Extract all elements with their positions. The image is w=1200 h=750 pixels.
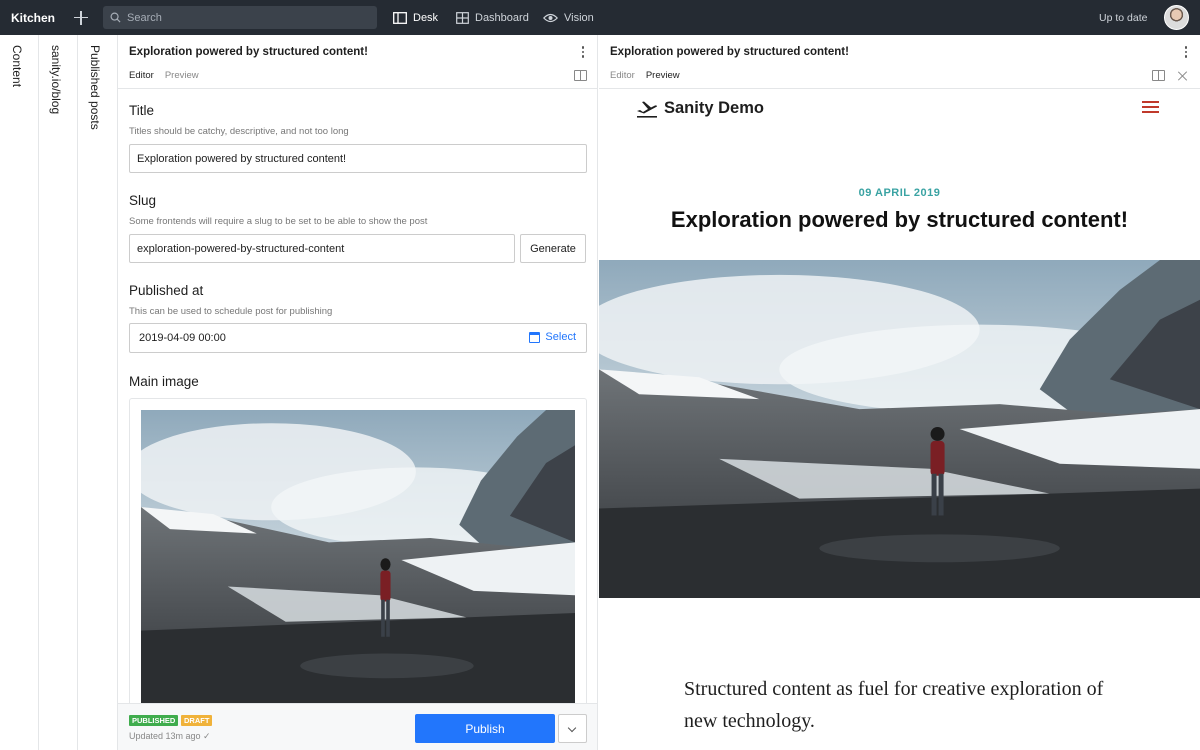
tool-vision[interactable]: Vision	[543, 0, 594, 35]
pane-blog[interactable]: sanity.io/blog	[39, 35, 78, 750]
select-date-label: Select	[545, 331, 576, 343]
document-form: Title Titles should be catchy, descripti…	[118, 89, 597, 703]
published-at-hint: This can be used to schedule post for pu…	[129, 306, 333, 317]
calendar-icon	[529, 331, 541, 343]
menu-hamburger-icon[interactable]	[1142, 101, 1159, 113]
top-navbar: Kitchen Desk Dashboard Vision Up to date	[0, 0, 1200, 35]
main-image-field[interactable]	[129, 398, 587, 703]
tab-editor[interactable]: Editor	[129, 70, 154, 81]
main-image-label: Main image	[129, 374, 199, 389]
site-logo[interactable]: Sanity Demo	[636, 99, 764, 118]
more-actions-chevron-down-icon[interactable]	[558, 714, 587, 743]
close-pane-icon[interactable]	[1178, 71, 1188, 81]
select-date-button[interactable]: Select	[529, 331, 576, 343]
dashboard-icon	[456, 11, 469, 24]
tool-desk-label: Desk	[413, 11, 439, 24]
eye-icon	[543, 13, 558, 22]
tab-preview[interactable]: Preview	[165, 70, 199, 81]
sync-status: Up to date	[1099, 12, 1148, 24]
editor-pane-header: Exploration powered by structured conten…	[118, 35, 597, 89]
preview-frame: Sanity Demo 09 APRIL 2019 Exploration po…	[599, 89, 1200, 750]
published-at-field[interactable]: 2019-04-09 00:00 Select	[129, 323, 587, 353]
post-lede: Structured content as fuel for creative …	[684, 678, 1104, 732]
title-field-label: Title	[129, 103, 155, 118]
tab-preview[interactable]: Preview	[646, 70, 680, 81]
create-new-plus-icon[interactable]	[72, 9, 90, 27]
editor-menu-icon[interactable]	[581, 46, 585, 58]
user-avatar[interactable]	[1164, 5, 1189, 30]
post-title: Exploration powered by structured conten…	[670, 207, 1129, 232]
airplane-icon	[637, 101, 657, 118]
site-name: Sanity Demo	[664, 99, 764, 117]
preview-menu-icon[interactable]	[1184, 46, 1188, 58]
search-input[interactable]	[127, 11, 367, 24]
published-at-value: 2019-04-09 00:00	[139, 332, 226, 344]
app-brand[interactable]: Kitchen	[11, 11, 61, 25]
tool-vision-label: Vision	[564, 11, 594, 24]
pane-content-label[interactable]: Content	[10, 45, 24, 87]
pane-content[interactable]: Content	[0, 35, 39, 750]
main-image-thumbnail	[141, 410, 575, 703]
generate-slug-button[interactable]: Generate	[520, 234, 586, 263]
preview-pane-title: Exploration powered by structured conten…	[610, 46, 849, 58]
post-date: 09 APRIL 2019	[858, 187, 941, 199]
updated-status: Updated 13m ago ✓	[129, 731, 211, 741]
tool-desk[interactable]: Desk	[393, 0, 438, 35]
slug-field-label: Slug	[129, 193, 157, 208]
pane-published-posts[interactable]: Published posts	[78, 35, 118, 750]
editor-tabs: Editor Preview	[129, 70, 199, 81]
tool-dashboard[interactable]: Dashboard	[456, 0, 529, 35]
editor-footer: PUBLISHED DRAFT Updated 13m ago ✓ Publis…	[118, 703, 597, 750]
tool-dashboard-label: Dashboard	[475, 11, 529, 24]
hero-image	[599, 260, 1200, 598]
title-input[interactable]	[129, 144, 587, 173]
preview-tabs: Editor Preview	[610, 70, 680, 81]
draft-badge: DRAFT	[181, 715, 213, 726]
slug-input[interactable]	[129, 234, 515, 263]
search-icon	[110, 12, 121, 23]
preview-pane: Exploration powered by structured conten…	[599, 35, 1200, 750]
published-badge: PUBLISHED	[129, 715, 179, 726]
search-box[interactable]	[103, 6, 377, 29]
desk-icon	[393, 11, 407, 24]
preview-pane-header: Exploration powered by structured conten…	[599, 35, 1200, 89]
split-pane-icon[interactable]	[574, 70, 587, 81]
publish-button[interactable]: Publish	[415, 714, 555, 743]
split-pane-icon[interactable]	[1152, 70, 1165, 81]
title-field-hint: Titles should be catchy, descriptive, an…	[129, 126, 349, 137]
editor-pane: Exploration powered by structured conten…	[118, 35, 598, 750]
published-at-label: Published at	[129, 283, 204, 298]
tab-editor[interactable]: Editor	[610, 70, 635, 81]
pane-published-posts-label[interactable]: Published posts	[88, 45, 102, 130]
pane-blog-label[interactable]: sanity.io/blog	[49, 45, 63, 114]
editor-pane-title: Exploration powered by structured conten…	[129, 46, 368, 58]
slug-field-hint: Some frontends will require a slug to be…	[129, 216, 428, 227]
